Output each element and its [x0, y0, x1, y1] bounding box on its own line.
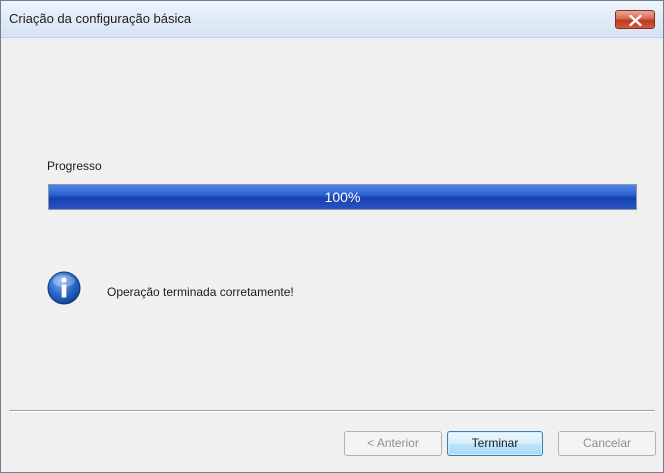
close-button[interactable]: [615, 10, 655, 29]
progress-bar: 100%: [48, 184, 637, 210]
back-button[interactable]: < Anterior: [344, 431, 442, 456]
cancel-button[interactable]: Cancelar: [558, 431, 656, 456]
close-icon: [629, 15, 642, 26]
finish-button[interactable]: Terminar: [447, 431, 543, 456]
status-message: Operação terminada corretamente!: [107, 285, 294, 299]
progress-label: Progresso: [47, 159, 102, 173]
dialog-window: Criação da configuração básica Progresso…: [0, 0, 664, 473]
footer-divider: [9, 410, 655, 412]
title-bar[interactable]: Criação da configuração básica: [1, 1, 663, 38]
info-icon: [47, 271, 81, 305]
window-title: Criação da configuração básica: [9, 11, 192, 26]
progress-percent: 100%: [324, 189, 361, 205]
